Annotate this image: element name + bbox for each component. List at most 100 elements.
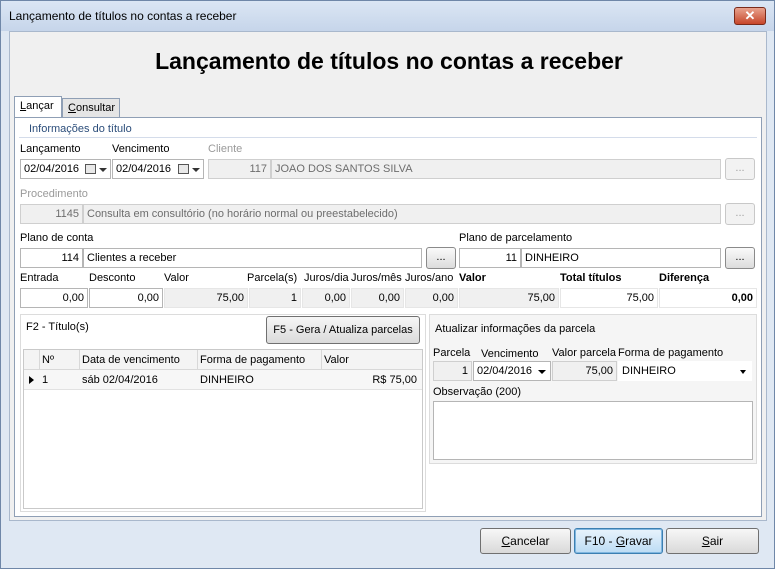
parcela-label: Parcela <box>433 347 471 359</box>
gera-parcelas-button[interactable]: F5 - Gera / Atualiza parcelas <box>266 316 420 344</box>
lancamento-date-picker[interactable]: 02/04/2016 <box>20 159 111 179</box>
entrada-label: Entrada <box>20 272 59 284</box>
juros-dia-label: Juros/dia <box>304 272 349 284</box>
gravar-hotkey: G <box>615 534 626 548</box>
observacao-textarea[interactable] <box>433 401 753 460</box>
juros-ano-field: 0,00 <box>405 288 458 308</box>
parcelas-field: 1 <box>249 288 301 308</box>
procedimento-label: Procedimento <box>20 188 88 200</box>
forma-pagamento-select[interactable]: DINHEIRO <box>618 361 752 381</box>
gravar-button[interactable]: F10 - Gravar <box>574 528 663 554</box>
plano-parcelamento-label: Plano de parcelamento <box>459 232 573 244</box>
form-body: Lançamento de títulos no contas a recebe… <box>9 31 767 521</box>
juros-dia-field: 0,00 <box>302 288 350 308</box>
main-window: Lançamento de títulos no contas a recebe… <box>0 0 775 569</box>
cancelar-button[interactable]: Cancelar <box>480 528 571 554</box>
sair-label: air <box>709 534 724 548</box>
valor-field: 75,00 <box>164 288 248 308</box>
diferenca-field: 0,00 <box>659 288 757 308</box>
cancelar-label: ancelar <box>510 534 550 548</box>
parcela-field: 1 <box>433 361 472 381</box>
desconto-field[interactable]: 0,00 <box>89 288 163 308</box>
cliente-name-field: JOAO DOS SANTOS SILVA <box>271 159 721 179</box>
vencimento-label: Vencimento <box>112 143 170 155</box>
row-pointer-icon <box>29 376 34 384</box>
chevron-down-icon[interactable] <box>99 168 107 172</box>
parcela-group: Atualizar informações da parcela Parcela… <box>429 314 757 464</box>
cancelar-hotkey: C <box>501 534 511 548</box>
valor-label: Valor <box>164 272 189 284</box>
desconto-label: Desconto <box>89 272 136 284</box>
procedimento-name-field: Consulta em consultório (no horário norm… <box>83 204 721 224</box>
tab-consultar-hotkey: C <box>68 102 76 114</box>
table-row[interactable]: 1 sáb 02/04/2016 DINHEIRO R$ 75,00 <box>24 370 422 390</box>
vencimento-date-value: 02/04/2016 <box>116 163 172 175</box>
diferenca-label: Diferença <box>659 272 710 284</box>
tab-lancar-label: ançar <box>26 100 54 112</box>
valor-total-label: Valor <box>459 272 486 284</box>
plano-conta-code-field[interactable]: 114 <box>20 248 83 268</box>
total-titulos-label: Total títulos <box>560 272 622 284</box>
tab-consultar-label: onsultar <box>75 102 116 114</box>
tab-lancar[interactable]: Lançar <box>14 96 62 118</box>
grid-divider <box>321 350 322 370</box>
chevron-down-icon[interactable] <box>192 168 200 172</box>
cliente-code-field: 117 <box>208 159 271 179</box>
parcelas-label: Parcela(s) <box>247 272 298 284</box>
cliente-label: Cliente <box>208 143 243 155</box>
titulos-group: F2 - Título(s) F5 - Gera / Atualiza parc… <box>20 314 426 512</box>
procedimento-code-field: 1145 <box>20 204 83 224</box>
col-header-data[interactable]: Data de vencimento <box>82 350 180 370</box>
plano-parcelamento-code-field[interactable]: 11 <box>459 248 521 268</box>
forma-pagamento-label: Forma de pagamento <box>618 347 724 359</box>
col-header-numero[interactable]: Nº <box>42 350 54 370</box>
lancamento-label: Lançamento <box>20 143 81 155</box>
parcela-vencimento-label: Vencimento <box>481 348 539 360</box>
sair-button[interactable]: Sair <box>666 528 759 554</box>
titulos-label: F2 - Título(s) <box>26 321 89 333</box>
valor-total-field: 75,00 <box>459 288 559 308</box>
section-divider <box>19 137 757 138</box>
vencimento-date-picker[interactable]: 02/04/2016 <box>112 159 204 179</box>
parcela-vencimento-picker[interactable]: 02/04/2016 <box>473 361 551 381</box>
section-title-info: Informações do título <box>29 123 132 135</box>
chevron-down-icon[interactable] <box>740 370 746 374</box>
sair-hotkey: S <box>701 534 710 548</box>
grid-divider <box>197 350 198 370</box>
tab-panel-lancar: Informações do título Lançamento 02/04/2… <box>14 117 762 517</box>
plano-parcelamento-name-field[interactable]: DINHEIRO <box>521 248 721 268</box>
plano-conta-search-button[interactable]: ... <box>426 247 456 269</box>
window-title: Lançamento de títulos no contas a recebe… <box>9 9 237 23</box>
col-header-valor[interactable]: Valor <box>324 350 349 370</box>
plano-conta-label: Plano de conta <box>20 232 94 244</box>
lancamento-date-value: 02/04/2016 <box>24 163 80 175</box>
entrada-field[interactable]: 0,00 <box>20 288 88 308</box>
grid-divider <box>79 350 80 370</box>
row-numero: 1 <box>42 374 49 386</box>
col-header-forma[interactable]: Forma de pagamento <box>200 350 305 370</box>
calendar-icon[interactable] <box>85 164 96 174</box>
valor-parcela-field: 75,00 <box>552 361 617 381</box>
juros-mes-field: 0,00 <box>351 288 404 308</box>
gravar-label: ravar <box>625 534 653 548</box>
titulos-grid[interactable]: Nº Data de vencimento Forma de pagamento… <box>23 349 423 509</box>
total-titulos-field: 75,00 <box>560 288 658 308</box>
parcela-vencimento-value: 02/04/2016 <box>477 365 533 377</box>
forma-pagamento-value: DINHEIRO <box>622 365 676 377</box>
plano-conta-name-field[interactable]: Clientes a receber <box>83 248 422 268</box>
close-icon[interactable]: ✕ <box>734 7 766 25</box>
grid-divider <box>39 350 40 370</box>
gravar-prefix: F10 - <box>584 534 616 548</box>
chevron-down-icon[interactable] <box>538 370 546 374</box>
title-bar[interactable]: Lançamento de títulos no contas a recebe… <box>1 1 774 31</box>
cliente-search-button: ... <box>725 158 755 180</box>
calendar-icon[interactable] <box>178 164 189 174</box>
tab-consultar[interactable]: Consultar <box>62 98 120 117</box>
valor-parcela-label: Valor parcela <box>552 347 616 359</box>
page-title: Lançamento de títulos no contas a recebe… <box>155 48 623 74</box>
plano-parcelamento-search-button[interactable]: ... <box>725 247 755 269</box>
juros-ano-label: Juros/ano <box>405 272 454 284</box>
juros-mes-label: Juros/mês <box>351 272 402 284</box>
parcela-group-title: Atualizar informações da parcela <box>435 323 596 335</box>
procedimento-search-button: ... <box>725 203 755 225</box>
